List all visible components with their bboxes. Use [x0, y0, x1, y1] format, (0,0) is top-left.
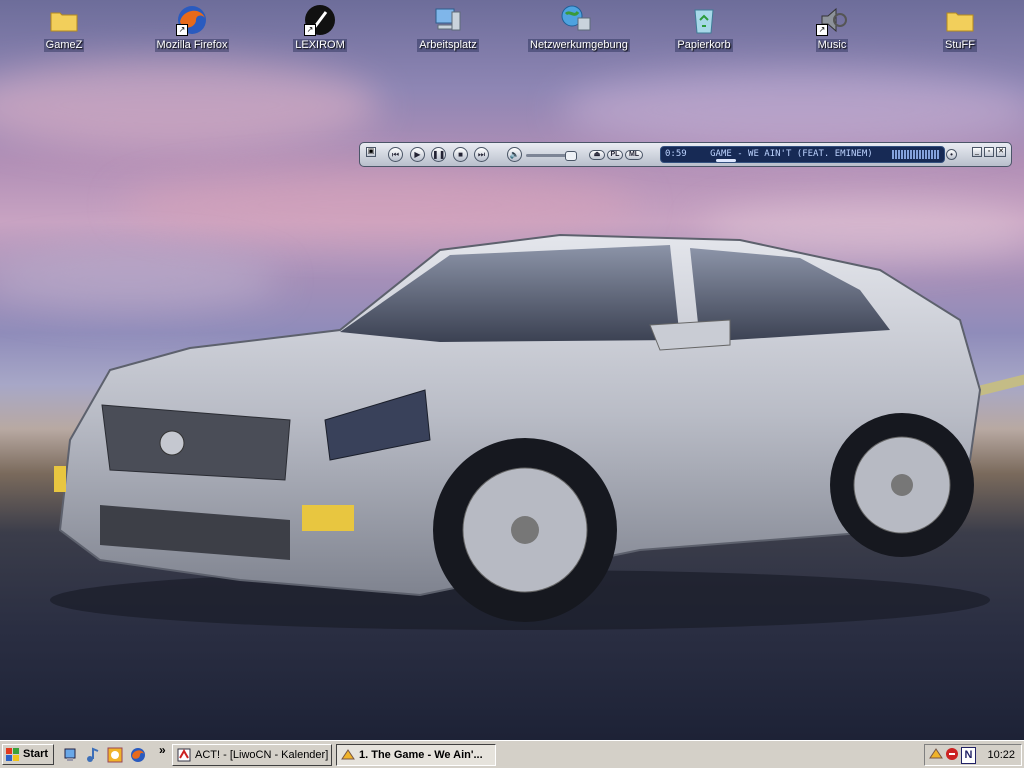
clock: 10:22: [987, 749, 1015, 761]
icon-label: Mozilla Firefox: [154, 39, 230, 52]
desktop-icon-stuff[interactable]: StuFF: [912, 2, 1008, 60]
task-button-player[interactable]: 1. The Game - We Ain'...: [336, 744, 496, 766]
winamp-app-icon: [341, 748, 355, 765]
play-button[interactable]: ▶: [410, 147, 425, 162]
icon-label: Music: [815, 39, 849, 52]
task-label: 1. The Game - We Ain'...: [359, 749, 483, 761]
quicklaunch-clock-icon[interactable]: [107, 747, 123, 763]
minimize-button[interactable]: _: [972, 147, 982, 157]
computer-icon: [432, 4, 464, 36]
close-button[interactable]: ✕: [996, 147, 1006, 157]
system-tray: N 10:22: [924, 744, 1022, 766]
volume-icon: 🔈: [507, 147, 522, 162]
quicklaunch-chevron[interactable]: »: [159, 743, 166, 757]
player-menu-icon[interactable]: ▣: [366, 147, 376, 157]
desktop-icon-netzwerkumgebung[interactable]: Netzwerkumgebung: [528, 2, 630, 60]
shortcut-arrow-icon: ↗: [176, 24, 188, 36]
pause-button[interactable]: ❚❚: [431, 147, 446, 162]
track-title: GAME - WE AIN'T (FEAT. EMINEM): [710, 149, 873, 159]
firefox-icon: ↗: [176, 4, 208, 36]
start-button[interactable]: Start: [2, 744, 54, 765]
task-label: ACT! - [LiwoCN - Kalender]: [195, 749, 329, 761]
icon-label: Papierkorb: [675, 39, 733, 52]
desktop-icon-firefox[interactable]: ↗ Mozilla Firefox: [144, 2, 240, 60]
shortcut-arrow-icon: ↗: [304, 24, 316, 36]
tray-winamp-icon[interactable]: [929, 747, 943, 764]
volume-slider-thumb[interactable]: [565, 151, 577, 161]
cloud-decoration: [0, 60, 380, 150]
folder-icon: [944, 4, 976, 36]
desktop-icon-music[interactable]: ↗ Music: [784, 2, 880, 60]
icon-label: Netzwerkumgebung: [528, 39, 630, 52]
icon-label: GameZ: [43, 39, 85, 52]
quicklaunch-desktop-icon[interactable]: [62, 747, 78, 763]
recycle-bin-icon: [688, 4, 720, 36]
playlist-button[interactable]: PL: [607, 150, 623, 160]
cloud-decoration: [560, 70, 1024, 150]
media-library-button[interactable]: ML: [625, 150, 643, 160]
act-app-icon: [177, 748, 191, 765]
start-label: Start: [23, 748, 49, 760]
icon-label: LEXIROM: [293, 39, 347, 52]
shortcut-arrow-icon: ↗: [816, 24, 828, 36]
desktop: GameZ ↗ Mozilla Firefox ↗ LEXIROM Arbeit…: [0, 0, 1024, 740]
player-option-button[interactable]: •: [946, 149, 957, 160]
lexirom-icon: ↗: [304, 4, 336, 36]
task-button-act[interactable]: ACT! - [LiwoCN - Kalender]: [172, 744, 332, 766]
track-time: 0:59: [665, 149, 687, 159]
desktop-icon-papierkorb[interactable]: Papierkorb: [656, 2, 752, 60]
music-icon: ↗: [816, 4, 848, 36]
desktop-icon-gamez[interactable]: GameZ: [16, 2, 112, 60]
tray-n-icon[interactable]: N: [961, 747, 976, 764]
network-icon: [560, 4, 592, 36]
quicklaunch-firefox-icon[interactable]: [130, 747, 146, 763]
car-wallpaper: [50, 233, 990, 630]
shade-button[interactable]: ▫: [984, 147, 994, 157]
visualizer: [892, 150, 940, 159]
player-display: 0:59 GAME - WE AIN'T (FEAT. EMINEM): [660, 146, 945, 163]
stop-button[interactable]: ■: [453, 147, 468, 162]
tray-antivirus-icon[interactable]: [945, 747, 959, 764]
desktop-icon-lexirom[interactable]: ↗ LEXIROM: [272, 2, 368, 60]
folder-icon: [48, 4, 80, 36]
media-player-bar[interactable]: ▣ ⏮ ▶ ❚❚ ■ ⏭ 🔈 ⏏ PL ML 0:59 GAME - WE AI…: [359, 142, 1012, 167]
next-button[interactable]: ⏭: [474, 147, 489, 162]
desktop-icon-arbeitsplatz[interactable]: Arbeitsplatz: [400, 2, 496, 60]
icon-label: StuFF: [943, 39, 977, 52]
taskbar: Start » ACT! - [LiwoCN - Kalender] 1. Th…: [0, 740, 1024, 768]
previous-button[interactable]: ⏮: [388, 147, 403, 162]
icon-label: Arbeitsplatz: [417, 39, 479, 52]
windows-logo-icon: [6, 748, 20, 761]
eject-button[interactable]: ⏏: [589, 150, 605, 160]
quicklaunch-media-icon[interactable]: [84, 747, 100, 763]
seek-thumb[interactable]: [716, 159, 736, 162]
